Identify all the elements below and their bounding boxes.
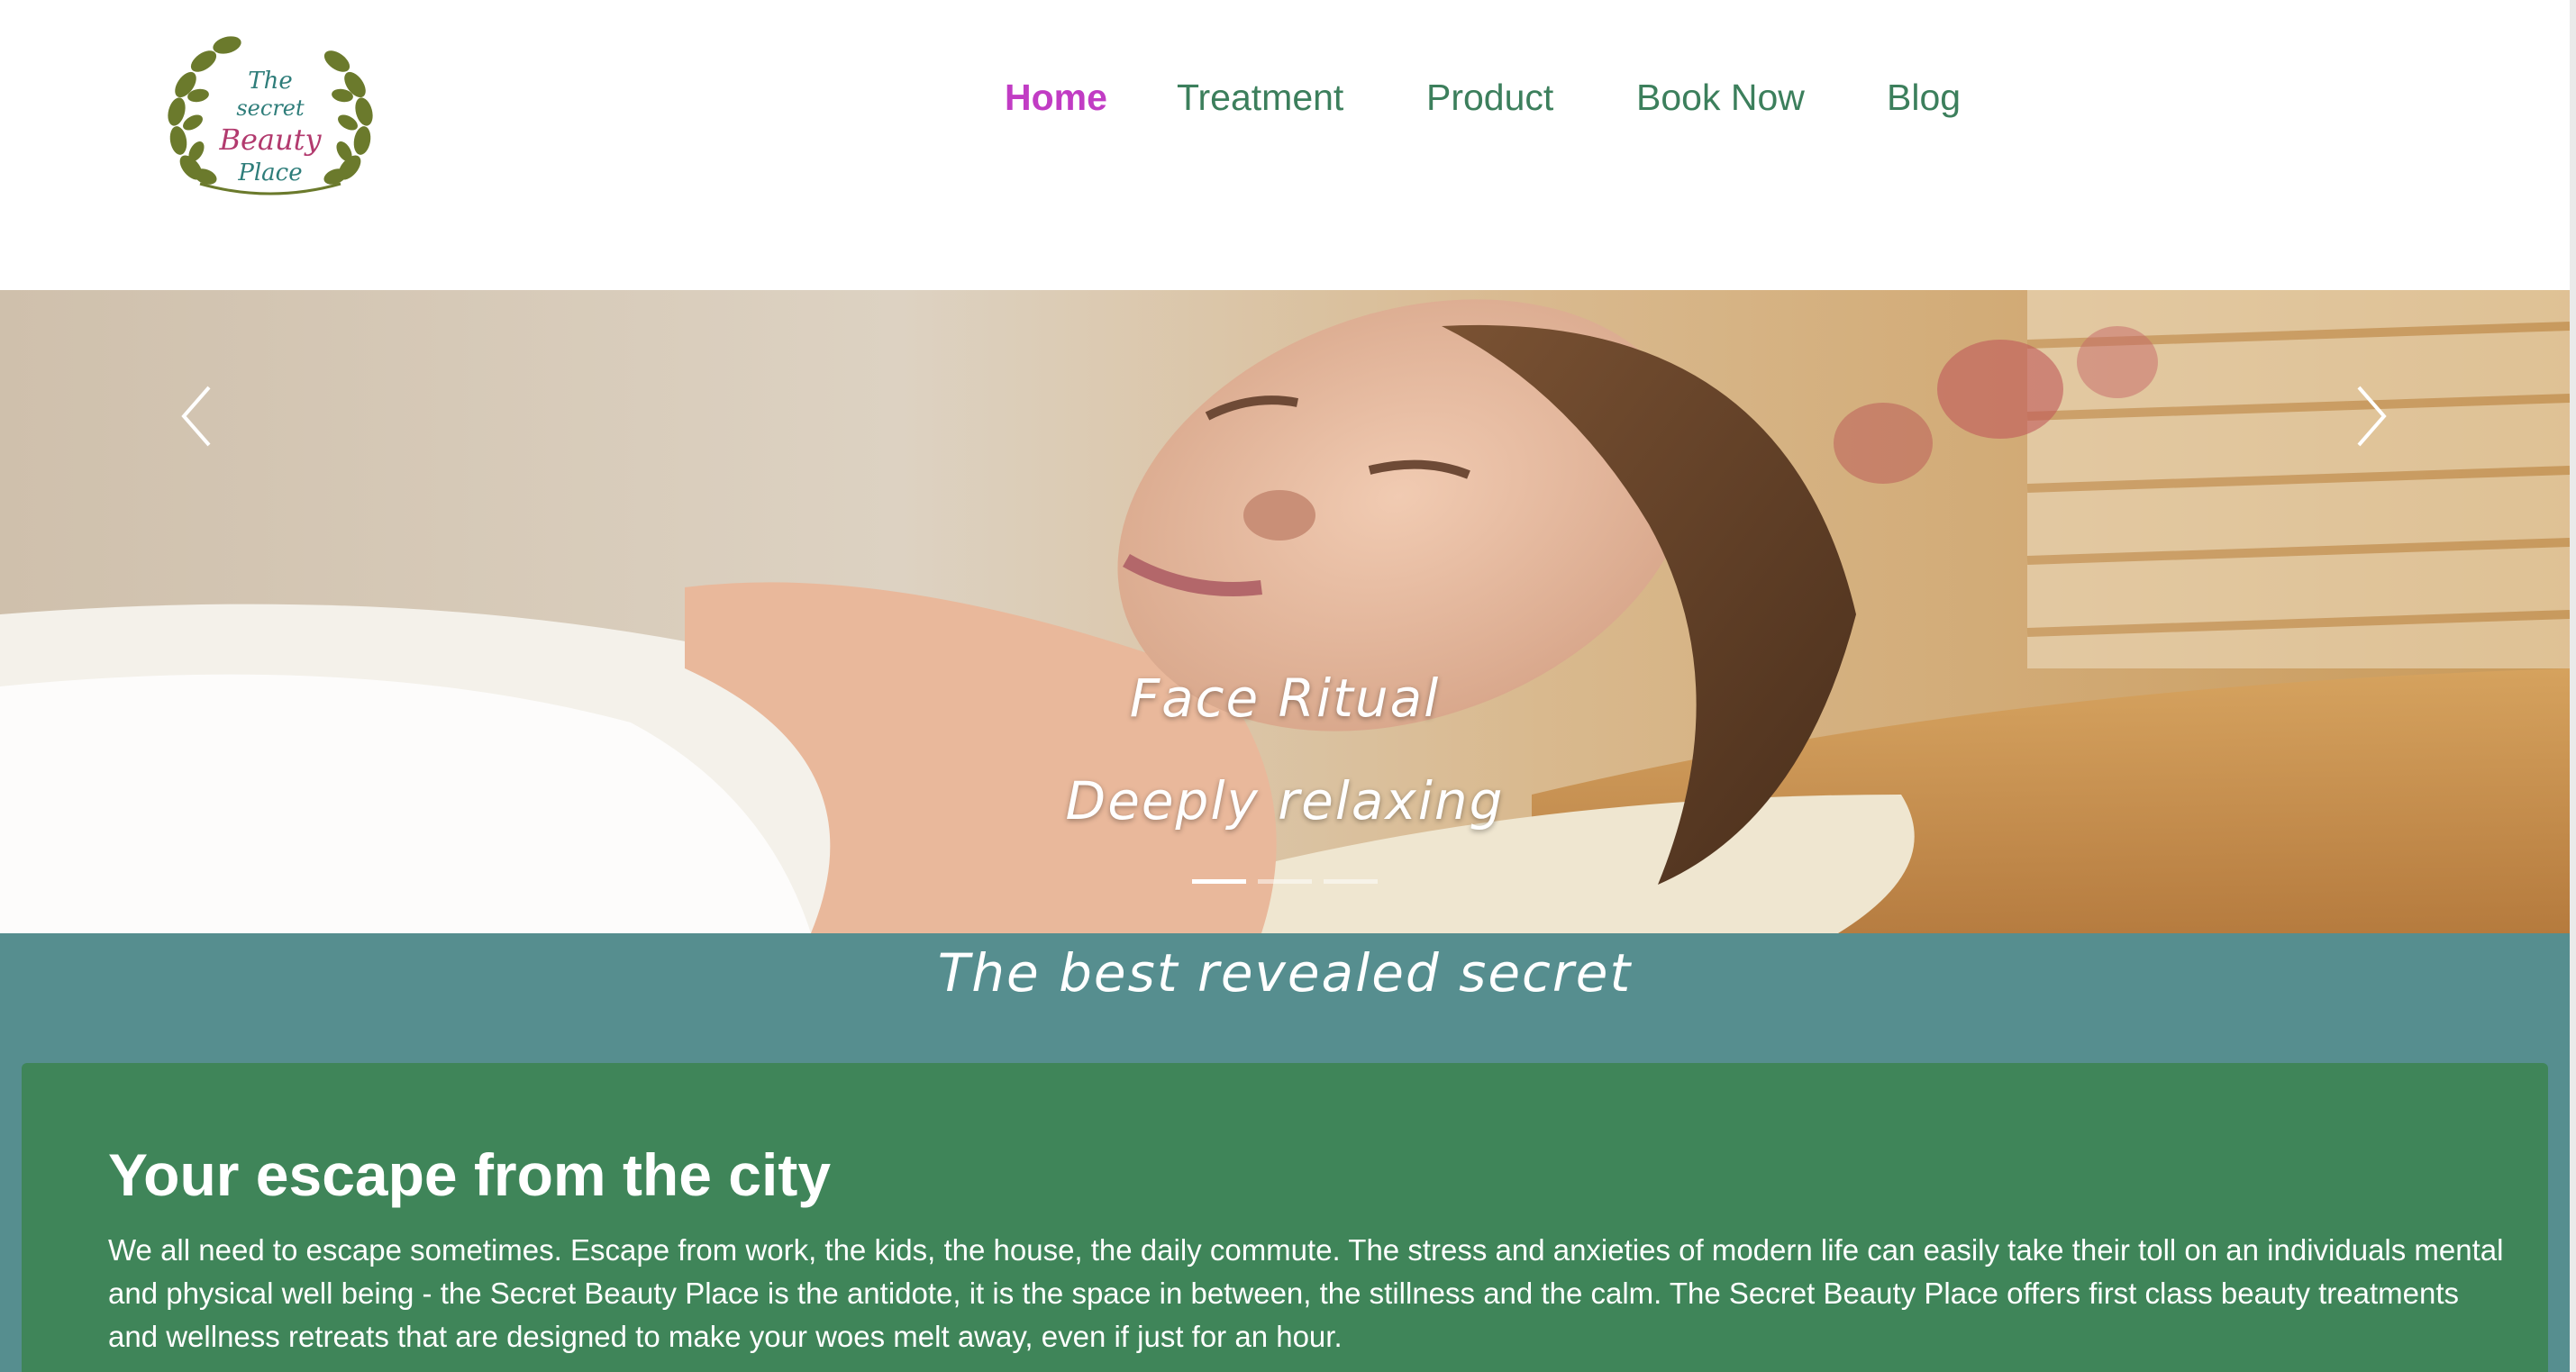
chevron-right-icon bbox=[2357, 386, 2387, 447]
carousel-caption-subtitle: Deeply relaxing bbox=[1065, 770, 1505, 831]
logo-text-secret: secret bbox=[236, 95, 305, 121]
scrollbar-track[interactable] bbox=[2570, 0, 2576, 1372]
nav-link-product[interactable]: Product bbox=[1426, 70, 1553, 124]
logo-text-the: The bbox=[248, 68, 292, 95]
carousel-indicator-1[interactable] bbox=[1192, 879, 1246, 884]
logo-text-beauty: Beauty bbox=[218, 123, 322, 157]
site-logo[interactable]: The secret Beauty Place bbox=[164, 32, 377, 202]
site-header: The secret Beauty Place Home Treatment P… bbox=[0, 0, 2570, 290]
carousel-prev-button[interactable] bbox=[162, 360, 225, 468]
carousel-next-button[interactable] bbox=[2343, 360, 2406, 468]
laurel-wreath-logo: The secret Beauty Place bbox=[168, 36, 373, 195]
chevron-left-icon bbox=[181, 386, 211, 447]
carousel-indicator-2[interactable] bbox=[1258, 879, 1312, 884]
intro-title: Your escape from the city bbox=[108, 1141, 832, 1208]
carousel-indicators bbox=[1192, 879, 1378, 886]
nav-link-treatment[interactable]: Treatment bbox=[1177, 70, 1343, 124]
carousel-indicator-3[interactable] bbox=[1324, 879, 1378, 884]
tagline-heading: The best revealed secret bbox=[937, 942, 1633, 1004]
nav-link-book-now[interactable]: Book Now bbox=[1636, 70, 1805, 124]
nav-link-home[interactable]: Home bbox=[1005, 70, 1107, 124]
hero-carousel: Face Ritual Deeply relaxing bbox=[0, 290, 2570, 933]
logo-text-place: Place bbox=[237, 159, 302, 186]
intro-card: Your escape from the city We all need to… bbox=[22, 1063, 2548, 1372]
intro-body: We all need to escape sometimes. Escape … bbox=[108, 1233, 2504, 1353]
carousel-caption-title: Face Ritual bbox=[1129, 668, 1441, 729]
nav-link-blog[interactable]: Blog bbox=[1887, 70, 1961, 124]
